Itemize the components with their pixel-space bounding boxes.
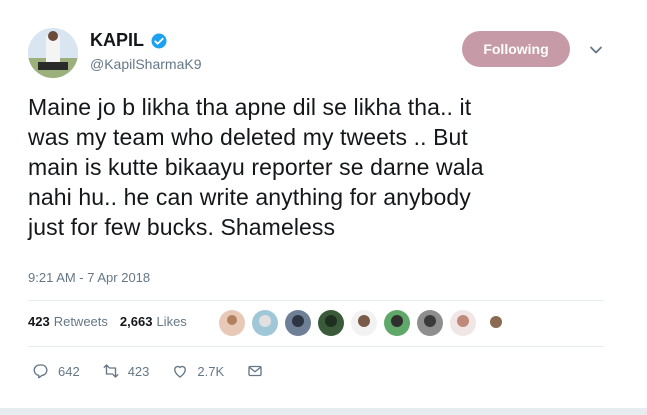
likes-count: 2,663	[119, 314, 153, 329]
card-bottom-border	[0, 408, 647, 415]
retweet-icon[interactable]	[102, 362, 120, 380]
liker-avatar[interactable]	[383, 309, 411, 337]
tweet-text: Maine jo b likha tha apne dil se likha t…	[28, 94, 484, 240]
tweet-actions: 642 423 2.7K	[32, 362, 286, 380]
following-button[interactable]: Following	[462, 31, 570, 67]
liker-avatar[interactable]	[317, 309, 345, 337]
author-name[interactable]: KAPIL	[90, 30, 144, 51]
liker-avatar[interactable]	[284, 309, 312, 337]
author-handle[interactable]: @KapilSharmaK9	[90, 56, 202, 72]
verified-badge-icon	[151, 33, 167, 48]
message-action[interactable]	[246, 362, 264, 380]
tweet-card: KAPIL @KapilSharmaK9 Following Maine jo …	[0, 0, 647, 415]
like-count: 2.7K	[197, 363, 225, 379]
author-name-row[interactable]: KAPIL	[90, 30, 168, 51]
liker-avatar[interactable]	[416, 309, 444, 337]
divider-bottom	[28, 346, 604, 347]
author-avatar[interactable]	[28, 28, 78, 78]
retweets-stat[interactable]: 423 Retweets	[28, 314, 108, 329]
chevron-down-icon[interactable]	[588, 42, 604, 58]
likes-label: Likes	[156, 314, 187, 329]
tweet-timestamp[interactable]: 9:21 AM - 7 Apr 2018	[28, 270, 150, 285]
direct-message-icon[interactable]	[246, 362, 264, 380]
retweet-count: 423	[127, 363, 150, 379]
reply-action[interactable]: 642	[32, 362, 80, 380]
like-action[interactable]: 2.7K	[171, 362, 224, 380]
liker-avatar[interactable]	[449, 309, 477, 337]
liker-avatar[interactable]	[218, 309, 246, 337]
tweet-stats: 423 Retweets 2,663 Likes	[28, 314, 187, 329]
heart-icon[interactable]	[171, 362, 189, 380]
divider-top	[28, 300, 604, 301]
reply-count: 642	[58, 363, 80, 379]
reply-icon[interactable]	[32, 362, 50, 380]
likes-stat[interactable]: 2,663 Likes	[120, 314, 187, 329]
liker-avatar[interactable]	[251, 309, 279, 337]
likers-avatars	[218, 309, 510, 337]
liker-avatar[interactable]	[350, 309, 378, 337]
retweet-action[interactable]: 423	[102, 362, 150, 380]
liker-avatar[interactable]	[482, 309, 510, 337]
retweets-count: 423	[28, 314, 50, 329]
retweets-label: Retweets	[53, 314, 108, 329]
